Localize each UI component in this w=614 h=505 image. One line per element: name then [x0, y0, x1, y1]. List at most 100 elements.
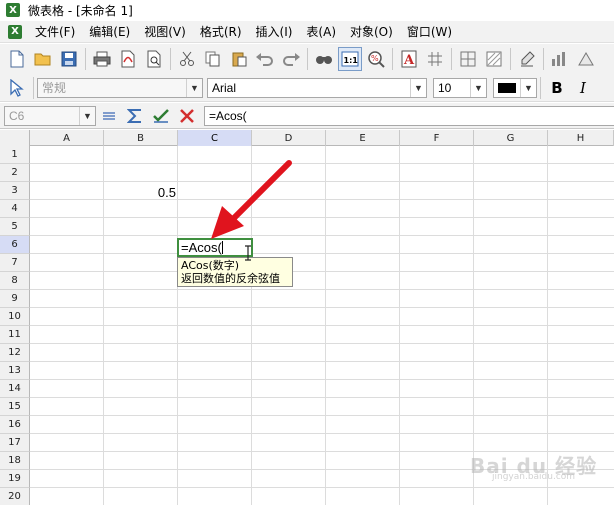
svg-text:A: A: [403, 53, 415, 68]
row-header[interactable]: 2: [0, 164, 30, 182]
row-header[interactable]: 7: [0, 254, 30, 272]
pdf-icon[interactable]: [116, 47, 140, 71]
column-header-a[interactable]: A: [30, 130, 104, 146]
font-color-icon[interactable]: A: [397, 47, 421, 71]
column-header-d[interactable]: D: [252, 130, 326, 146]
toolbar-divider: [510, 48, 511, 70]
actual-size-icon[interactable]: 1:1: [338, 47, 362, 71]
column-header-g[interactable]: G: [474, 130, 548, 146]
text-caret: [221, 241, 223, 254]
formula-bar: C6 ▼ =Acos(: [0, 103, 614, 129]
more-icon[interactable]: [574, 47, 598, 71]
column-header-c[interactable]: C: [178, 130, 252, 146]
font-color-swatch: [498, 82, 516, 93]
cell-reference-box[interactable]: C6 ▼: [4, 105, 96, 126]
chevron-down-icon[interactable]: ▼: [470, 78, 486, 97]
menu-object[interactable]: 对象(O): [343, 21, 400, 43]
column-header-b[interactable]: B: [104, 130, 178, 146]
standard-toolbar: 1:1 % A: [0, 44, 614, 74]
formula-input[interactable]: =Acos(: [204, 106, 614, 126]
italic-button[interactable]: I: [571, 76, 595, 100]
cell-edit-text: =Acos(: [181, 240, 222, 255]
borders-icon[interactable]: [456, 47, 480, 71]
toolbar-divider: [85, 48, 86, 70]
row-header[interactable]: 5: [0, 218, 30, 236]
column-header-h[interactable]: H: [548, 130, 614, 146]
clear-format-icon[interactable]: [515, 47, 539, 71]
chevron-down-icon[interactable]: ▼: [410, 78, 426, 97]
equals-icon[interactable]: [97, 104, 121, 128]
select-pointer-icon[interactable]: [5, 76, 29, 100]
row-header[interactable]: 15: [0, 398, 30, 416]
row-header[interactable]: 18: [0, 452, 30, 470]
row-header[interactable]: 14: [0, 380, 30, 398]
redo-icon[interactable]: [279, 47, 303, 71]
cancel-icon[interactable]: [175, 104, 199, 128]
open-icon[interactable]: [31, 47, 55, 71]
toolbar-divider: [392, 48, 393, 70]
menu-edit[interactable]: 编辑(E): [82, 21, 137, 43]
toolbar-divider: [33, 76, 34, 99]
cell-reference-value: C6: [9, 108, 25, 123]
row-header[interactable]: 20: [0, 488, 30, 505]
font-size-select[interactable]: 10 ▼: [433, 77, 487, 98]
row-header[interactable]: 19: [0, 470, 30, 488]
menu-format[interactable]: 格式(R): [193, 21, 249, 43]
fill-icon[interactable]: [482, 47, 506, 71]
column-header-row: A B C D E F G H: [0, 130, 614, 146]
svg-text:1:1: 1:1: [344, 56, 359, 65]
print-preview-icon[interactable]: [142, 47, 166, 71]
cell-c6-editor[interactable]: =Acos(: [177, 238, 253, 257]
select-all-corner[interactable]: [0, 130, 30, 146]
menu-table[interactable]: 表(A): [299, 21, 343, 43]
undo-icon[interactable]: [253, 47, 277, 71]
function-signature: ACos(数字): [181, 259, 240, 272]
save-icon[interactable]: [57, 47, 81, 71]
row-header[interactable]: 13: [0, 362, 30, 380]
row-header[interactable]: 11: [0, 326, 30, 344]
column-header-e[interactable]: E: [326, 130, 400, 146]
format-toolbar: 常规 ▼ Arial ▼ 10 ▼ ▼ B I: [0, 74, 614, 102]
row-header[interactable]: 12: [0, 344, 30, 362]
row-header[interactable]: 10: [0, 308, 30, 326]
row-header-active[interactable]: 6: [0, 236, 30, 254]
accept-icon[interactable]: [149, 104, 173, 128]
grid-icon[interactable]: [423, 47, 447, 71]
bold-button[interactable]: B: [545, 76, 569, 100]
chevron-down-icon[interactable]: ▼: [520, 78, 536, 97]
function-tooltip: ACos(数字) 返回数值的反余弦值: [177, 257, 293, 287]
menu-file[interactable]: 文件(F): [28, 21, 82, 43]
row-header[interactable]: 16: [0, 416, 30, 434]
row-header[interactable]: 1: [0, 146, 30, 164]
chevron-down-icon[interactable]: ▼: [186, 78, 202, 97]
toolbar-divider: [543, 48, 544, 70]
app-logo-icon: X: [6, 3, 20, 17]
print-icon[interactable]: [90, 47, 114, 71]
zoom-icon[interactable]: %: [364, 47, 388, 71]
paste-icon[interactable]: [227, 47, 251, 71]
menu-window[interactable]: 窗口(W): [400, 21, 459, 43]
find-icon[interactable]: [312, 47, 336, 71]
title-bar: X 微表格 - [未命名 1]: [0, 0, 614, 20]
copy-icon[interactable]: [201, 47, 225, 71]
row-header[interactable]: 4: [0, 200, 30, 218]
font-size-value: 10: [438, 80, 452, 95]
menu-insert[interactable]: 插入(I): [249, 21, 300, 43]
app-menu-icon[interactable]: X: [8, 24, 22, 39]
svg-text:%: %: [371, 54, 379, 63]
row-header[interactable]: 17: [0, 434, 30, 452]
font-select[interactable]: Arial ▼: [207, 77, 427, 98]
sum-icon[interactable]: [123, 104, 147, 128]
row-header[interactable]: 9: [0, 290, 30, 308]
cut-icon[interactable]: [175, 47, 199, 71]
column-header-f[interactable]: F: [400, 130, 474, 146]
cell-b3[interactable]: 0.5: [104, 185, 176, 200]
chart-icon[interactable]: [548, 47, 572, 71]
chevron-down-icon[interactable]: ▼: [79, 106, 95, 125]
row-header[interactable]: 3: [0, 182, 30, 200]
menu-view[interactable]: 视图(V): [137, 21, 193, 43]
new-icon[interactable]: [5, 47, 29, 71]
row-header[interactable]: 8: [0, 272, 30, 290]
style-select[interactable]: 常规 ▼: [37, 77, 203, 98]
font-color-select[interactable]: ▼: [493, 77, 537, 98]
